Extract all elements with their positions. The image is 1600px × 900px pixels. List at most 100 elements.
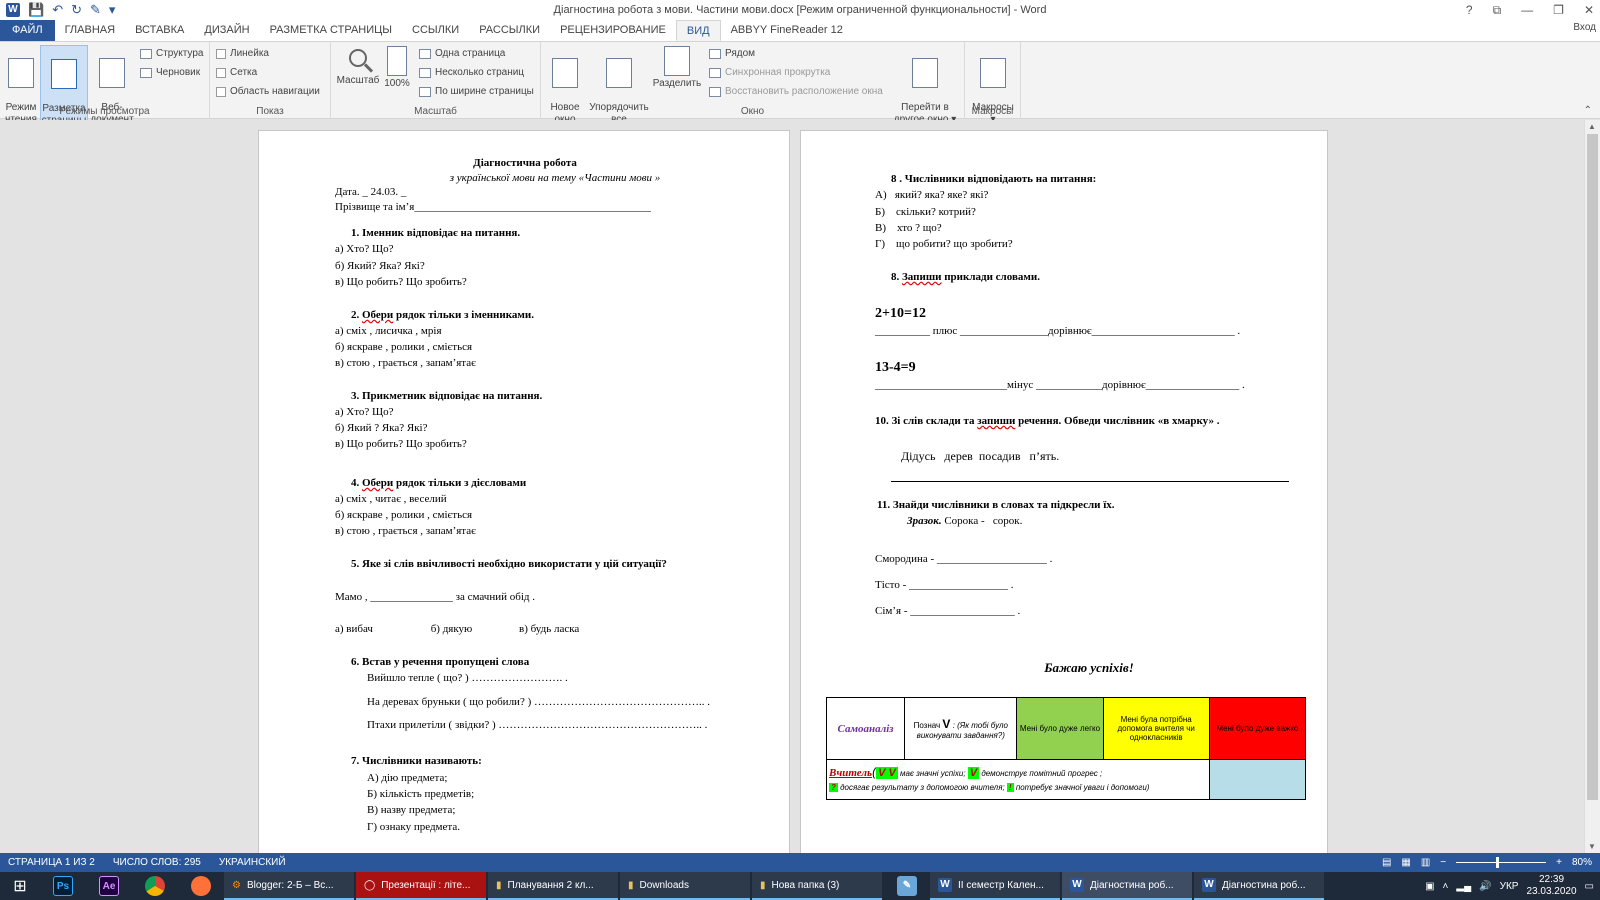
blank-cell	[1208, 759, 1307, 800]
page-count[interactable]: СТРАНИЦА 1 ИЗ 2	[8, 857, 95, 868]
zoom-level[interactable]: 80%	[1572, 857, 1592, 868]
system-tray: ▣ ˄ ▂▄ 🔊 УКР 22:39 23.03.2020 ▭	[1425, 872, 1594, 900]
zoom-slider[interactable]	[1456, 857, 1547, 868]
sync-scroll-button[interactable]: Синхронная прокрутка	[709, 67, 830, 78]
split-button[interactable]: Разделить	[651, 45, 703, 90]
zoom-button[interactable]: Масштаб	[335, 45, 381, 87]
page-1[interactable]: Діагностична робота з української мови н…	[258, 130, 790, 853]
taskbar-item-word-semester[interactable]: W ІІ семестр Кален...	[930, 872, 1060, 900]
view-side-by-side-button[interactable]: Рядом	[709, 48, 755, 59]
taskbar-item-blogger[interactable]: ⚙ Blogger: 2-Б – Вс...	[224, 872, 354, 900]
word-count[interactable]: ЧИСЛО СЛОВ: 295	[113, 857, 201, 868]
navigation-pane-checkbox[interactable]: Область навигации	[216, 86, 320, 97]
tray-app-icon[interactable]: ▣	[1425, 881, 1434, 892]
customize-qat-icon[interactable]: ▾	[109, 0, 116, 20]
taskbar-item-word-diagnostic-1[interactable]: W Діагностина роб...	[1062, 872, 1192, 900]
collapse-ribbon-icon[interactable]: ⌃	[1584, 105, 1592, 116]
taskbar-item-word-diagnostic-2[interactable]: W Діагностина роб...	[1194, 872, 1324, 900]
tab-home[interactable]: ГЛАВНАЯ	[55, 20, 125, 41]
tab-page-layout[interactable]: РАЗМЕТКА СТРАНИЦЫ	[260, 20, 402, 41]
sign-in-link[interactable]: Вход	[1573, 22, 1596, 33]
ribbon-display-button[interactable]: ⧉	[1493, 0, 1502, 20]
scroll-down-icon[interactable]: ▼	[1588, 842, 1596, 851]
language-indicator[interactable]: УКРАИНСКИЙ	[219, 857, 286, 868]
touch-mode-icon[interactable]: ✎	[90, 0, 101, 20]
after-effects-icon[interactable]: Ae	[86, 872, 132, 900]
restore-button[interactable]: ❐	[1553, 0, 1564, 20]
hard-cell: Мені було дуже важко	[1208, 697, 1307, 760]
quick-access-toolbar: W 💾 ↶ ↻ ✎ ▾	[0, 0, 115, 20]
help-button[interactable]: ?	[1466, 0, 1473, 20]
reset-window-position-button[interactable]: Восстановить расположение окна	[709, 86, 883, 97]
firefox-icon[interactable]	[178, 872, 224, 900]
new-window-icon	[552, 58, 578, 88]
outline-icon	[140, 48, 152, 59]
paint-icon[interactable]: ✎	[884, 872, 930, 900]
tab-file[interactable]: ФАЙЛ	[0, 20, 55, 41]
redo-icon[interactable]: ↻	[71, 0, 82, 20]
web-layout-icon	[99, 58, 125, 88]
minimize-button[interactable]: —	[1521, 0, 1533, 20]
group-views: Режим чтения Разметка страницы Веб- доку…	[0, 42, 210, 128]
scroll-thumb[interactable]	[1587, 134, 1598, 800]
web-layout-view-icon[interactable]: ▥	[1421, 857, 1430, 868]
name-line: Прізвище та ім’я________________________…	[335, 201, 651, 213]
taskbar-item-planning[interactable]: ▮ Планування 2 кл...	[488, 872, 618, 900]
page-2[interactable]: 8 . Числівники відповідають на питання: …	[800, 130, 1328, 853]
keyboard-language[interactable]: УКР	[1500, 881, 1519, 892]
tab-abbyy[interactable]: ABBYY FineReader 12	[721, 20, 853, 41]
multiple-pages-button[interactable]: Несколько страниц	[419, 67, 524, 78]
one-page-button[interactable]: Одна страница	[419, 48, 505, 59]
zoom-in-button[interactable]: +	[1556, 857, 1562, 868]
page-width-button[interactable]: По ширине страницы	[419, 86, 534, 97]
title-bar: Діагностина робота з мови. Частини мови.…	[0, 0, 1600, 20]
macros-icon	[980, 58, 1006, 88]
zoom-100-button[interactable]: 100%	[383, 45, 411, 90]
undo-icon[interactable]: ↶	[52, 0, 63, 20]
wish-text: Бажаю успіхів!	[1044, 660, 1134, 675]
arrange-all-icon	[606, 58, 632, 88]
group-macros: Макросы ▾ Макросы	[965, 42, 1021, 125]
tab-design[interactable]: ДИЗАЙН	[194, 20, 259, 41]
tab-view[interactable]: ВИД	[675, 20, 721, 41]
taskbar-item-downloads[interactable]: ▮ Downloads	[620, 872, 750, 900]
group-show: Линейка Сетка Область навигации Показ	[210, 42, 331, 119]
network-icon[interactable]: ▂▄	[1456, 881, 1471, 892]
read-mode-view-icon[interactable]: ▤	[1382, 857, 1391, 868]
draft-button[interactable]: Черновик	[140, 67, 200, 78]
draft-icon	[140, 67, 152, 78]
split-icon	[664, 46, 690, 76]
group-window: Новое окно Упорядочить все Разделить Ряд…	[541, 42, 965, 125]
tab-insert[interactable]: ВСТАВКА	[125, 20, 194, 41]
save-icon[interactable]: 💾	[28, 0, 44, 20]
document-workspace: Діагностична робота з української мови н…	[0, 120, 1584, 853]
clock[interactable]: 22:39 23.03.2020	[1526, 874, 1576, 898]
taskbar-item-new-folder[interactable]: ▮ Нова папка (3)	[752, 872, 882, 900]
window-title: Діагностина робота з мови. Частини мови.…	[553, 4, 1047, 16]
volume-icon[interactable]: 🔊	[1479, 881, 1491, 892]
scroll-up-icon[interactable]: ▲	[1588, 122, 1596, 131]
zoom-100-icon	[387, 46, 407, 76]
vertical-scrollbar[interactable]: ▲ ▼	[1584, 120, 1600, 853]
tab-review[interactable]: РЕЦЕНЗИРОВАНИЕ	[550, 20, 676, 41]
start-button[interactable]: ⊞	[0, 872, 40, 900]
zoom-out-button[interactable]: −	[1440, 857, 1446, 868]
photoshop-icon[interactable]: Ps	[40, 872, 86, 900]
gridlines-checkbox[interactable]: Сетка	[216, 67, 257, 78]
taskbar-item-presentations[interactable]: ◯ Презентації : літе...	[356, 872, 486, 900]
tab-references[interactable]: ССЫЛКИ	[402, 20, 469, 41]
tab-mailings[interactable]: РАССЫЛКИ	[469, 20, 550, 41]
taskbar: ⊞ Ps Ae ⚙ Blogger: 2-Б – Вс... ◯ Презентац…	[0, 872, 1600, 900]
chrome-icon[interactable]	[132, 872, 178, 900]
print-layout-view-icon[interactable]: ▦	[1401, 857, 1410, 868]
close-button[interactable]: ✕	[1584, 0, 1594, 20]
read-mode-icon	[8, 58, 34, 88]
status-bar: СТРАНИЦА 1 ИЗ 2 ЧИСЛО СЛОВ: 295 УКРАИНСК…	[0, 853, 1600, 872]
ruler-checkbox[interactable]: Линейка	[216, 48, 269, 59]
notifications-icon[interactable]: ▭	[1585, 881, 1594, 892]
example-2: 13-4=9	[875, 360, 916, 375]
tray-chevron-icon[interactable]: ˄	[1443, 881, 1449, 892]
word-app-icon[interactable]: W	[6, 3, 20, 17]
outline-button[interactable]: Структура	[140, 48, 203, 59]
switch-windows-icon	[912, 58, 938, 88]
